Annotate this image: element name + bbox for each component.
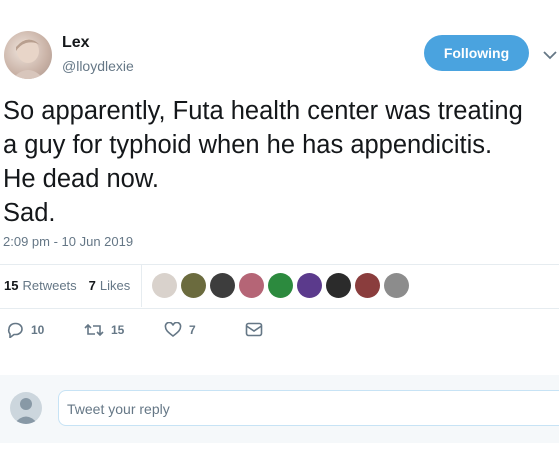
liker-avatar[interactable] bbox=[297, 273, 322, 298]
retweet-action[interactable]: 15 bbox=[84, 322, 124, 338]
likes-label: Likes bbox=[99, 278, 131, 293]
retweet-icon bbox=[84, 323, 104, 337]
chevron-down-icon[interactable] bbox=[543, 47, 557, 65]
author-avatar[interactable] bbox=[4, 31, 52, 79]
heart-icon bbox=[164, 322, 182, 338]
following-button-label: Following bbox=[443, 45, 510, 61]
tweet-timestamp[interactable]: 2:09 pm - 10 Jun 2019 bbox=[3, 234, 133, 249]
user-avatar bbox=[10, 392, 42, 424]
author-name[interactable]: Lex bbox=[62, 34, 90, 52]
liker-avatars bbox=[152, 273, 413, 298]
author-handle[interactable]: @lloydlexie bbox=[62, 58, 134, 74]
reply-icon bbox=[7, 322, 23, 338]
liker-avatar[interactable] bbox=[355, 273, 380, 298]
likes-stat[interactable]: 7 Likes bbox=[89, 278, 131, 293]
reply-input[interactable]: Tweet your reply bbox=[58, 390, 559, 426]
liker-avatar[interactable] bbox=[152, 273, 177, 298]
direct-message-action[interactable] bbox=[245, 322, 270, 337]
retweets-count: 15 bbox=[4, 278, 19, 293]
reply-action[interactable]: 10 bbox=[6, 322, 44, 338]
liker-avatar[interactable] bbox=[384, 273, 409, 298]
reply-placeholder: Tweet your reply bbox=[67, 401, 170, 417]
retweets-stat[interactable]: 15 Retweets bbox=[4, 278, 77, 293]
following-button[interactable]: Following bbox=[424, 35, 529, 71]
reply-count: 10 bbox=[31, 323, 45, 337]
liker-avatar[interactable] bbox=[268, 273, 293, 298]
like-action[interactable]: 7 bbox=[164, 322, 196, 338]
stats-separator bbox=[141, 265, 142, 307]
retweets-label: Retweets bbox=[22, 278, 77, 293]
divider bbox=[0, 308, 559, 309]
liker-avatar[interactable] bbox=[181, 273, 206, 298]
like-count: 7 bbox=[189, 323, 196, 337]
divider bbox=[0, 264, 559, 265]
tweet-stats: 15 Retweets 7 Likes bbox=[4, 278, 130, 293]
envelope-icon bbox=[245, 322, 263, 337]
liker-avatar[interactable] bbox=[239, 273, 264, 298]
liker-avatar[interactable] bbox=[326, 273, 351, 298]
tweet-text: So apparently, Futa health center was tr… bbox=[3, 97, 523, 227]
retweet-count: 15 bbox=[111, 323, 125, 337]
liker-avatar[interactable] bbox=[210, 273, 235, 298]
likes-count: 7 bbox=[88, 278, 96, 293]
